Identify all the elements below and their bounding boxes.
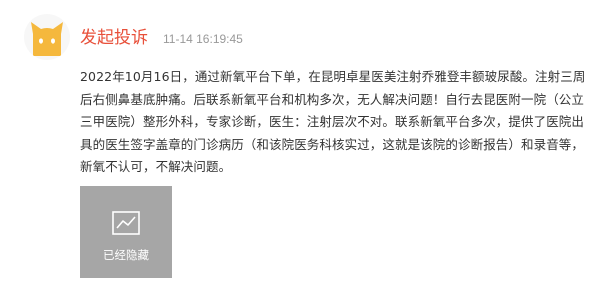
hidden-image-thumbnail[interactable]: 已经隐藏 [80, 186, 172, 278]
hidden-image-label: 已经隐藏 [103, 248, 149, 262]
cat-avatar-icon [31, 22, 63, 56]
image-chart-icon [112, 211, 140, 235]
post-action-label: 发起投诉 [80, 28, 148, 48]
post-timestamp: 11-14 16:19:45 [163, 32, 243, 46]
complaint-content: 2022年10月16日，通过新氧平台下单，在昆明卓星医美注射乔雅登丰额玻尿酸。注… [80, 69, 586, 174]
user-avatar[interactable] [24, 14, 70, 60]
